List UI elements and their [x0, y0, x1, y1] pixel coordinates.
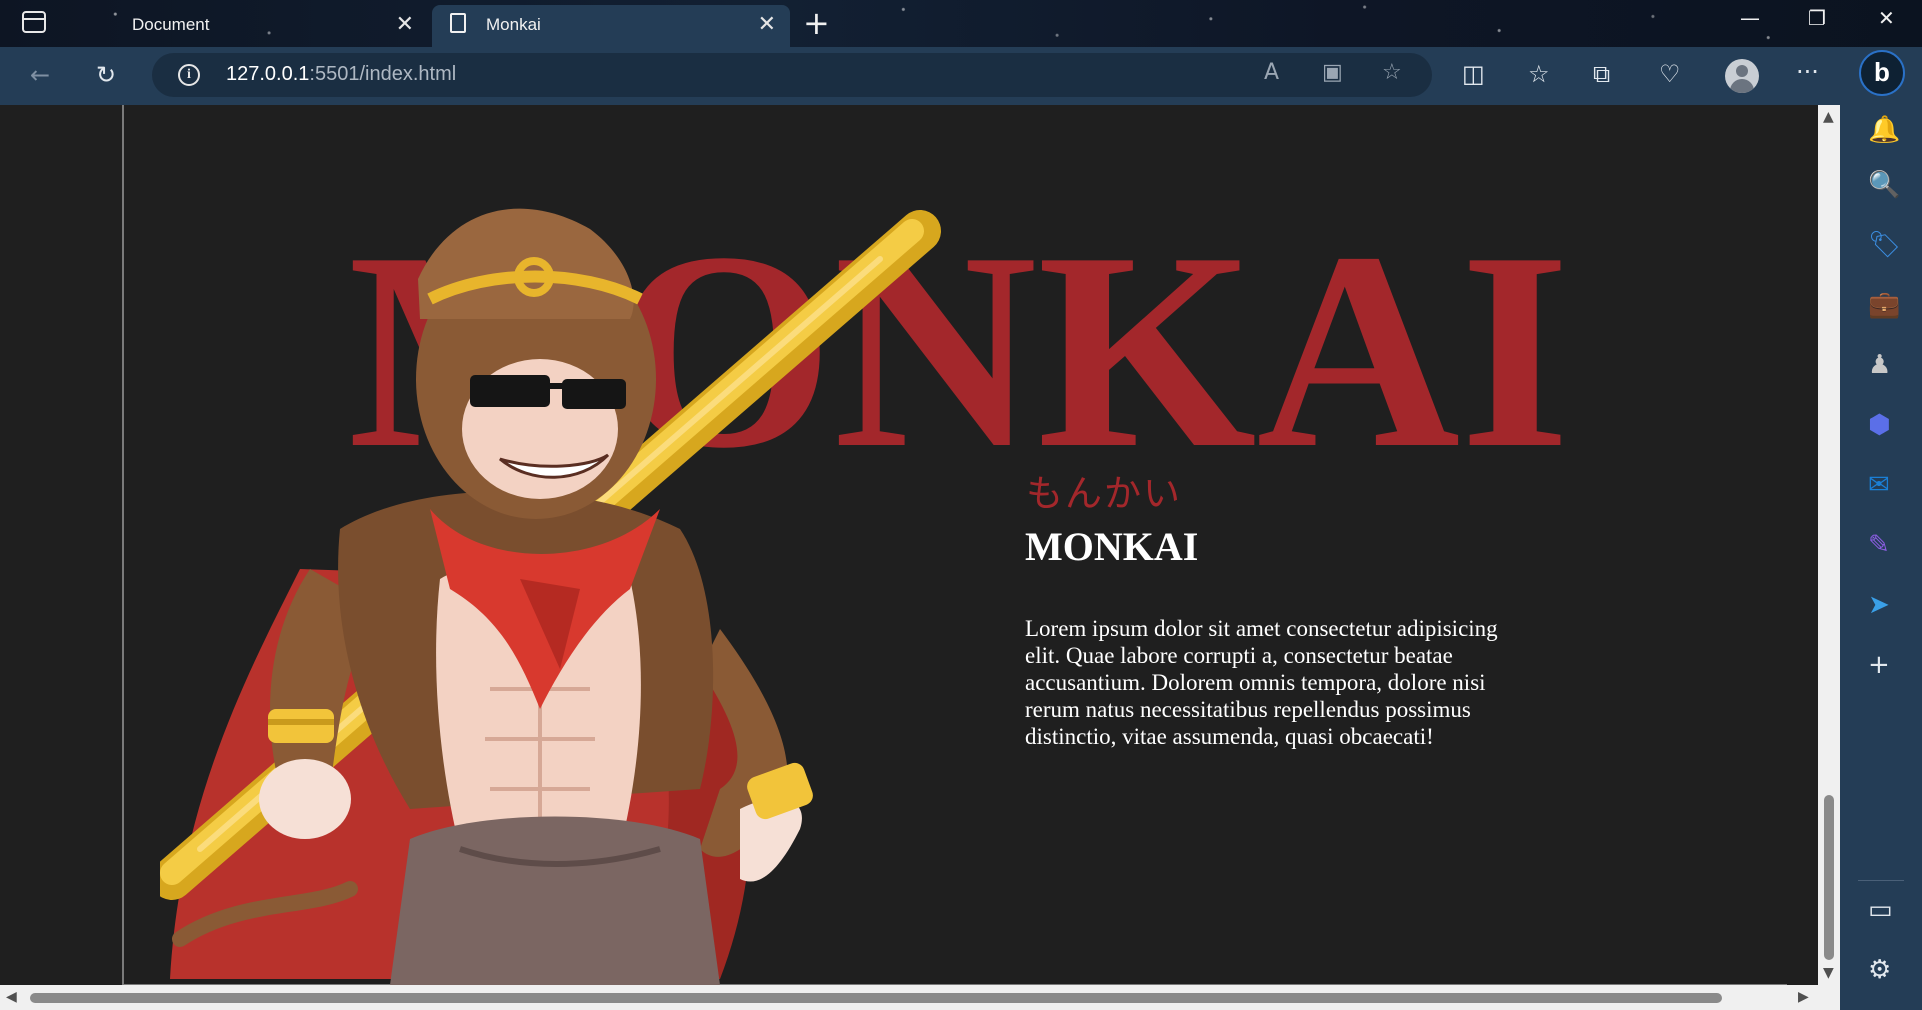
address-bar[interactable]: i 127.0.0.1:5501/index.html A ▣ ☆: [152, 53, 1432, 97]
scroll-down-arrow-icon[interactable]: ▼: [1823, 965, 1834, 981]
url-text[interactable]: 127.0.0.1:5501/index.html: [226, 63, 456, 86]
designer-icon[interactable]: ✎: [1868, 530, 1890, 560]
avatar[interactable]: [1725, 59, 1759, 93]
star-icon[interactable]: ☆: [1382, 60, 1402, 85]
bing-icon[interactable]: b: [1859, 50, 1905, 96]
info-icon[interactable]: i: [178, 64, 200, 86]
page-border-left: [122, 105, 124, 985]
tab-monkai[interactable]: Monkai ✕: [432, 5, 790, 47]
back-arrow-icon[interactable]: ←: [30, 60, 50, 90]
scroll-left-arrow-icon[interactable]: ◀: [6, 989, 17, 1005]
shopping-tag-icon[interactable]: 🏷: [1868, 230, 1901, 260]
page-icon: [450, 13, 466, 33]
monkey-king-illustration: [160, 208, 941, 985]
description-text: Lorem ipsum dolor sit amet consectetur a…: [1025, 616, 1498, 749]
tools-briefcase-icon[interactable]: 💼: [1868, 290, 1900, 320]
scroll-thumb[interactable]: [30, 993, 1722, 1003]
scroll-thumb[interactable]: [1824, 795, 1834, 960]
games-icon[interactable]: ♟: [1868, 350, 1891, 380]
outlook-icon[interactable]: ✉: [1868, 470, 1890, 500]
heart-pulse-icon[interactable]: ♡: [1659, 59, 1681, 89]
settings-gear-icon[interactable]: ⚙: [1868, 955, 1891, 985]
restore-button[interactable]: ❐: [1808, 6, 1826, 30]
collections-icon[interactable]: ⧉: [1593, 59, 1610, 89]
favorites-icon[interactable]: ☆: [1528, 59, 1550, 89]
search-icon[interactable]: 🔍: [1868, 170, 1900, 200]
close-window-button[interactable]: ✕: [1878, 6, 1895, 30]
tab-title: Document: [132, 15, 210, 34]
section-heading: MONKAI: [1025, 524, 1199, 569]
horizontal-scrollbar[interactable]: ◀ ▶: [0, 985, 1818, 1010]
bell-icon[interactable]: 🔔: [1868, 115, 1900, 145]
scroll-right-arrow-icon[interactable]: ▶: [1798, 989, 1809, 1005]
immersive-reader-icon[interactable]: ▣: [1322, 60, 1343, 85]
browser-title-bar: Document ✕ Monkai ✕ + — ❐ ✕: [0, 0, 1922, 47]
vertical-scrollbar[interactable]: ▲ ▼: [1818, 105, 1840, 985]
refresh-icon[interactable]: ↻: [96, 60, 116, 90]
kana-subtitle: もんかい: [1026, 472, 1182, 515]
add-icon[interactable]: +: [1868, 650, 1890, 680]
read-aloud-icon[interactable]: A: [1264, 60, 1279, 85]
tab-document[interactable]: Document ✕: [80, 5, 428, 47]
page-viewport: MONKAI もんかい MONKAI Lorem ipsum dolor sit…: [0, 105, 1818, 985]
sidebar-divider: [1858, 880, 1904, 881]
browser-toolbar: ← ↻ i 127.0.0.1:5501/index.html A ▣ ☆ ◫ …: [0, 47, 1922, 105]
ellipsis-icon[interactable]: ···: [1796, 57, 1819, 87]
minimize-button[interactable]: —: [1740, 6, 1760, 30]
tab-title: Monkai: [486, 15, 541, 34]
microsoft-365-icon[interactable]: ⬢: [1868, 410, 1891, 440]
tab-actions-icon[interactable]: [22, 11, 46, 33]
new-tab-button[interactable]: +: [803, 4, 830, 42]
scroll-up-arrow-icon[interactable]: ▲: [1823, 109, 1834, 125]
close-icon[interactable]: ✕: [396, 11, 414, 37]
sidebar-toggle-icon[interactable]: ▭: [1868, 895, 1893, 925]
send-icon[interactable]: ➤: [1868, 590, 1890, 620]
close-icon[interactable]: ✕: [758, 11, 776, 37]
scrollbar-corner: [1818, 985, 1840, 1010]
split-screen-icon[interactable]: ◫: [1462, 59, 1485, 89]
edge-sidebar: 🔔 🔍 🏷 💼 ♟ ⬢ ✉ ✎ ➤ + ▭ ⚙: [1840, 105, 1922, 1010]
